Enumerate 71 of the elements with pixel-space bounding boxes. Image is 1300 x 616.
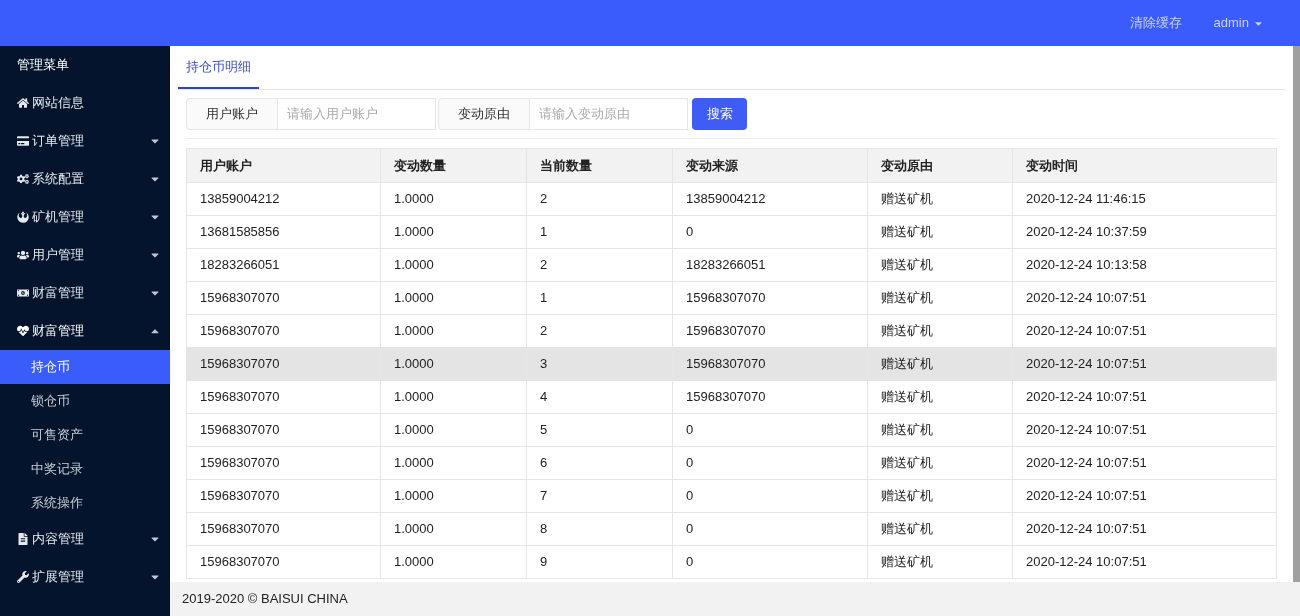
table-cell: 1.0000: [381, 546, 527, 578]
table-row[interactable]: 15968307070 1.0000 1 15968307070 赠送矿机 2020-12-24 10:07:51: [187, 281, 1276, 314]
sidebar-item-label: 系统配置: [32, 170, 84, 189]
table-cell: 9: [527, 546, 673, 578]
input-field[interactable]: 请输入用户账户: [278, 98, 436, 130]
sidebar-item-label: 网站信息: [32, 94, 84, 113]
table-cell: 15968307070: [187, 546, 381, 578]
table-cell-text: 2020-12-24 10:07:51: [1025, 553, 1148, 572]
sidebar-item[interactable]: 网站信息: [0, 84, 170, 122]
sidebar-item[interactable]: 内容管理: [0, 520, 170, 558]
gears-icon: [17, 173, 29, 185]
table-row[interactable]: 18283266051 1.0000 2 18283266051 赠送矿机 2020-12-24 10:13:58: [187, 248, 1276, 281]
table-cell-text: 2020-12-24 10:07:51: [1025, 520, 1148, 539]
sidebar-item-label: 扩展管理: [32, 568, 84, 587]
table-row[interactable]: 13859004212 1.0000 2 13859004212 赠送矿机 2020-12-24 11:46:15: [187, 182, 1276, 215]
submenu-item[interactable]: 可售资产: [0, 418, 170, 452]
sidebar-item-label: 矿机管理: [32, 208, 84, 227]
table-row[interactable]: 15968307070 1.0000 4 15968307070 赠送矿机 2020-12-24 10:07:51: [187, 380, 1276, 413]
sidebar-item[interactable]: 系统配置: [0, 160, 170, 198]
sidebar-item-label: 财富管理: [32, 322, 84, 341]
table-cell: 0: [673, 546, 868, 578]
field-label: 变动原由: [438, 98, 530, 130]
table-row[interactable]: 15968307070 1.0000 7 0 赠送矿机 2020-12-24 10:07:51: [187, 479, 1276, 512]
submenu-item[interactable]: 持仓币: [0, 350, 170, 384]
table-cell-text: 2020-12-24 10:07:51: [1025, 487, 1148, 506]
sidebar-item-label: 内容管理: [32, 530, 84, 549]
table-row[interactable]: 15968307070 1.0000 9 0 赠送矿机 2020-12-24 10:07:51: [187, 545, 1276, 578]
sidebar-item-label: 订单管理: [32, 132, 84, 151]
table-cell-text: 2020-12-24 10:07:51: [1025, 355, 1148, 374]
sidebar-item-label: 财富管理: [32, 284, 84, 303]
input-field[interactable]: 请输入变动原由: [530, 98, 688, 130]
tab[interactable]: 持仓币明细: [178, 47, 259, 89]
clear-cache-link[interactable]: 清除缓存: [1129, 13, 1182, 33]
table-row[interactable]: 15968307070 1.0000 8 0 赠送矿机 2020-12-24 10:07:51: [187, 512, 1276, 545]
table-cell-text: 2020-12-24 10:07:51: [1025, 388, 1148, 407]
table-row[interactable]: 15968307070 1.0000 5 0 赠送矿机 2020-12-24 10:07:51: [187, 413, 1276, 446]
users-icon: [17, 249, 29, 261]
sidebar-item[interactable]: 财富管理: [0, 312, 170, 350]
table-cell-text: 2020-12-24 10:07:51: [1025, 454, 1148, 473]
banknote-icon: [17, 287, 29, 299]
table-cell: 赠送矿机: [868, 546, 1013, 578]
sidebar-item[interactable]: 矿机管理: [0, 198, 170, 236]
table-cell-text: 2020-12-24 10:13:58: [1025, 256, 1148, 275]
home-icon: [17, 97, 29, 109]
sidebar-item[interactable]: 扩展管理: [0, 558, 170, 596]
sidebar-item[interactable]: 财富管理: [0, 274, 170, 312]
submenu-item[interactable]: 锁仓币: [0, 384, 170, 418]
table-row[interactable]: 13681585856 1.0000 1 0 赠送矿机 2020-12-24 10:37:59: [187, 215, 1276, 248]
submenu-item[interactable]: 中奖记录: [0, 452, 170, 486]
scrollbar[interactable]: [1293, 46, 1300, 582]
sidebar-title: 管理菜单: [16, 56, 70, 75]
heartbeat-icon: [17, 325, 29, 337]
column-header: 变动时间: [1025, 156, 1079, 175]
field-label: 用户账户: [186, 98, 278, 130]
table-cell-text: 2020-12-24 10:07:51: [1025, 421, 1148, 440]
submenu-item[interactable]: 系统操作: [0, 486, 170, 520]
table-row[interactable]: 15968307070 1.0000 2 15968307070 赠送矿机 2020-12-24 10:07:51: [187, 314, 1276, 347]
table-row[interactable]: 15968307070 1.0000 6 0 赠送矿机 2020-12-24 10:07:51: [187, 446, 1276, 479]
credit-card-icon: [17, 135, 29, 147]
sidebar-item[interactable]: 订单管理: [0, 122, 170, 160]
document-icon: [17, 533, 29, 545]
emblem-icon: [17, 211, 29, 223]
sidebar-item-label: 用户管理: [32, 246, 84, 265]
table-cell-text: 2020-12-24 11:46:15: [1025, 190, 1147, 209]
table-cell-text: 2020-12-24 10:07:51: [1025, 289, 1148, 308]
table-cell-text: 2020-12-24 10:07:51: [1025, 322, 1148, 341]
table-row[interactable]: 15968307070 1.0000 3 15968307070 赠送矿机 2020-12-24 10:07:51: [187, 347, 1276, 380]
table-cell-text: 2020-12-24 10:37:59: [1025, 223, 1148, 242]
wrench-icon: [17, 571, 29, 583]
sidebar-item[interactable]: 用户管理: [0, 236, 170, 274]
search-button[interactable]: 搜索: [692, 98, 747, 130]
